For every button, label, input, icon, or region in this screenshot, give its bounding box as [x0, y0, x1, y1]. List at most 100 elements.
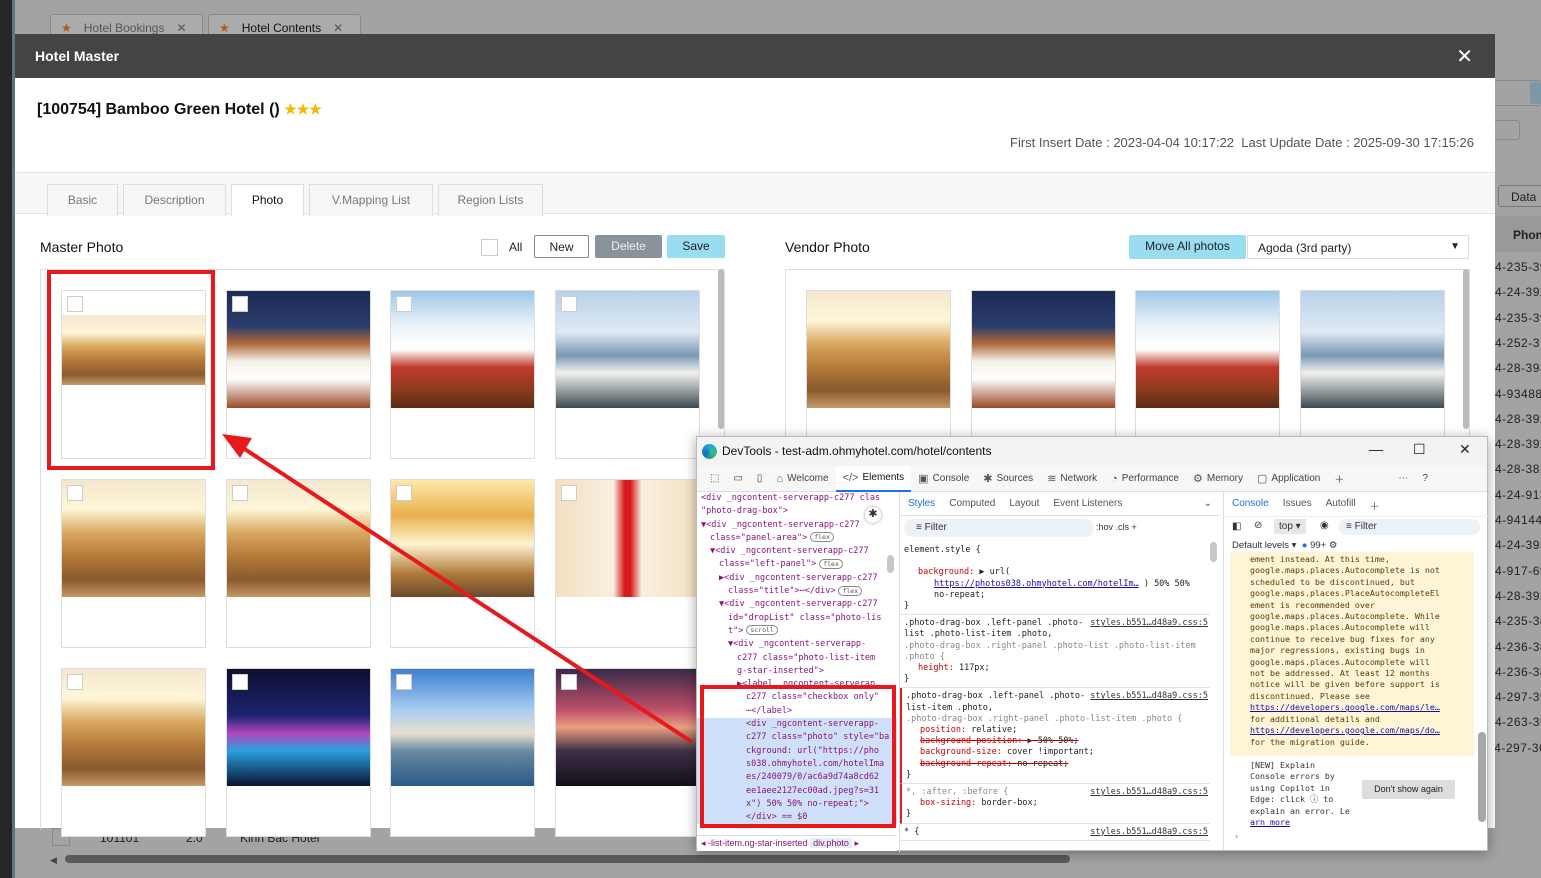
source-link[interactable]: styles.b551…d48a9.css:5 — [1090, 691, 1208, 702]
warning-text-line: discontinued. Please see — [1250, 690, 1370, 701]
help-icon[interactable]: ? — [1415, 466, 1435, 492]
prop-name: position: — [920, 725, 967, 736]
dom-node-line[interactable]: t"> scroll — [697, 625, 897, 638]
console-scrollbar[interactable] — [1478, 732, 1486, 822]
dom-node-line[interactable]: class="panel-area"> flex — [697, 532, 897, 545]
context-select[interactable]: top ▾ — [1274, 519, 1306, 534]
console-filter-input[interactable]: ≡ Filter — [1338, 519, 1480, 535]
tab-welcome[interactable]: ⌂ Welcome — [769, 466, 835, 492]
warning-text-line: for additional details and — [1250, 713, 1380, 724]
elements-scrollbar[interactable] — [887, 555, 894, 573]
dom-node-text: t"> — [728, 625, 744, 636]
add-tab-icon[interactable]: ＋ — [1370, 498, 1380, 513]
styles-tabs: Styles Computed Layout Event Listeners ⌄ — [900, 492, 1220, 516]
inspect-icon[interactable]: ⬚ — [703, 466, 726, 492]
breadcrumb-item-active[interactable]: div.photo — [810, 838, 852, 848]
more-icon[interactable]: ⋯ — [1391, 466, 1415, 492]
rule-selector: * { — [904, 826, 920, 837]
source-link[interactable]: styles.b551…d48a9.css:5 — [1090, 618, 1208, 629]
rule-close: } — [904, 601, 910, 612]
dom-node-line[interactable]: ▶<div _ngcontent-serverapp-c277 — [697, 572, 897, 585]
dom-node-line[interactable]: class="left-panel"> flex — [697, 558, 897, 571]
tab-application[interactable]: ▢ Application — [1250, 466, 1327, 492]
tab-computed[interactable]: Computed — [949, 498, 995, 509]
tab-label: Elements — [862, 472, 905, 483]
dom-node-text: c277 class="photo-list-item — [737, 652, 876, 663]
maximize-icon[interactable]: ☐ — [1413, 441, 1426, 458]
tab-issues[interactable]: Issues — [1283, 498, 1312, 510]
copilot-tip-line: Edge: click ⓘ to — [1250, 794, 1334, 805]
dom-node-line[interactable]: ▼<div _ngcontent-serverapp- — [697, 638, 897, 651]
close-icon[interactable]: ✕ — [1459, 441, 1471, 458]
learn-more-link[interactable]: arn more — [1250, 817, 1350, 828]
devtools-titlebar: DevTools - test-adm.ohmyhotel.com/hotel/… — [697, 437, 1487, 466]
minimize-icon[interactable]: — — [1369, 441, 1383, 457]
rule-close: } — [906, 809, 912, 820]
tab-autofill[interactable]: Autofill — [1326, 498, 1356, 510]
styles-filter-input[interactable]: ≡ Filter — [904, 519, 1094, 537]
prop-name: background-size: — [920, 747, 1002, 758]
tab-sources[interactable]: ✱ Sources — [976, 466, 1040, 492]
wifi-icon: ≋ — [1047, 473, 1057, 485]
layout-badge[interactable]: flex — [810, 532, 834, 543]
console-icon: ▣ — [918, 473, 929, 485]
rule-selector: *, :after, :before { — [906, 787, 1009, 798]
gear-icon[interactable]: ⚙ — [1329, 540, 1338, 551]
dom-node-text: ▼<div _ngcontent-serverapp- — [728, 639, 867, 650]
console-tabs: Console Issues Autofill ＋ — [1224, 492, 1488, 516]
tab-layout[interactable]: Layout — [1009, 498, 1039, 509]
dock-icon[interactable]: ▯ — [750, 466, 770, 492]
dom-node-line[interactable]: ▼<div _ngcontent-serverapp-c277 — [697, 598, 897, 611]
dom-node-line[interactable]: class="title">⋯</div> flex — [697, 585, 897, 598]
dont-show-again-button[interactable]: Don't show again — [1362, 780, 1455, 799]
tab-event-listeners[interactable]: Event Listeners — [1053, 498, 1122, 509]
console-toolbar: ◧ ⊘ top ▾ ◉ ≡ Filter — [1224, 516, 1488, 538]
source-link[interactable]: styles.b551…d48a9.css:5 — [1090, 827, 1208, 838]
tab-label: Welcome — [787, 473, 829, 484]
tab-performance[interactable]: ◔ Performance — [1104, 466, 1186, 492]
url-link[interactable]: https://photos038.ohmyhotel.com/hotelIm… — [934, 579, 1139, 589]
chevron-down-icon[interactable]: ⌄ — [1204, 498, 1212, 509]
tab-elements[interactable]: </> Elements — [835, 465, 912, 492]
source-link[interactable]: styles.b551…d48a9.css:5 — [1090, 787, 1208, 798]
copilot-tip-line: using Copilot in — [1250, 782, 1330, 793]
sidebar-toggle-icon[interactable]: ◧ — [1232, 521, 1241, 532]
add-tab-icon[interactable]: ＋ — [1327, 466, 1351, 492]
styles-scrollbar[interactable] — [1210, 542, 1217, 562]
prop-name: box-sizing: — [920, 798, 977, 809]
warning-link[interactable]: https://developers.google.com/maps/do… — [1250, 725, 1474, 736]
styles-toolbar[interactable]: :hov .cls + — [1096, 522, 1137, 532]
console-warning: ement instead. At this time, google.maps.… — [1230, 552, 1474, 756]
device-toolbar-icon[interactable]: ▭ — [726, 466, 749, 492]
dom-node-line[interactable]: <div _ngcontent-serverapp-c277 clas — [697, 492, 897, 505]
chip-icon: ⚙ — [1193, 473, 1203, 485]
layout-badge[interactable]: scroll — [746, 625, 778, 636]
dom-node-line[interactable]: g-star-inserted"> — [697, 665, 897, 678]
tab-console[interactable]: Console — [1232, 498, 1269, 510]
tab-network[interactable]: ≋ Network — [1040, 466, 1104, 492]
log-levels[interactable]: Default levels ▾ ● 99+ ⚙ — [1232, 540, 1337, 551]
warning-text-line: google.maps.places.Autocomplete is not — [1250, 565, 1440, 576]
tab-label: Memory — [1206, 473, 1243, 484]
layout-badge[interactable]: flex — [819, 558, 843, 569]
tab-console[interactable]: ▣ Console — [911, 466, 976, 492]
warning-text-line: ement is recommended over — [1250, 599, 1375, 610]
warning-text-line: scheduled to be discontinued, but — [1250, 576, 1415, 587]
dom-node-line[interactable]: id="dropList" class="photo-lis — [697, 612, 897, 625]
eye-icon[interactable]: ◉ — [1320, 520, 1329, 531]
levels-select[interactable]: Default levels — [1232, 540, 1289, 551]
warning-link[interactable]: https://developers.google.com/maps/le… — [1250, 702, 1474, 713]
layout-badge[interactable]: flex — [838, 585, 863, 596]
breadcrumb-item[interactable]: -list-item.ng-star-inserted — [708, 838, 808, 848]
console-prompt-icon[interactable]: › — [1234, 831, 1350, 842]
clear-console-icon[interactable]: ⊘ — [1254, 520, 1262, 531]
dom-node-line[interactable]: ▼<div _ngcontent-serverapp-c277 — [697, 545, 897, 558]
accessibility-icon[interactable]: ✱ — [865, 507, 881, 523]
warning-text-line: google.maps.places.Autocomplete will — [1250, 656, 1430, 667]
message-count: 99+ — [1310, 540, 1327, 551]
tab-styles[interactable]: Styles — [908, 498, 935, 509]
bug-icon: ✱ — [983, 473, 993, 485]
warning-text-line: google.maps.places.Autocomplete. While — [1250, 611, 1440, 622]
dom-node-line[interactable]: c277 class="photo-list-item — [697, 652, 897, 665]
tab-memory[interactable]: ⚙ Memory — [1186, 466, 1250, 492]
